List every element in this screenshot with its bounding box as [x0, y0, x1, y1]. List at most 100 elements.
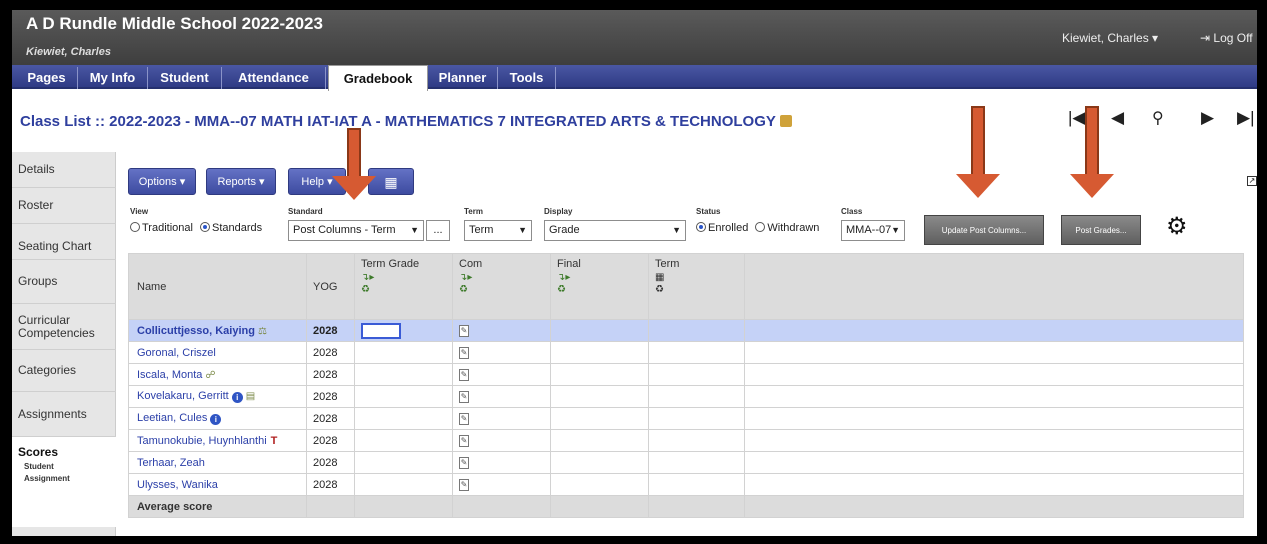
- table-row[interactable]: Terhaar, Zeah 2028 ✎: [128, 451, 1244, 474]
- comment-icon[interactable]: ✎: [459, 456, 469, 469]
- student-name[interactable]: Ulysses, Wanika: [137, 479, 218, 491]
- side-item-details[interactable]: Details: [12, 152, 116, 188]
- standard-more-button[interactable]: ...: [426, 220, 450, 241]
- term-grade-cell[interactable]: [354, 407, 453, 430]
- logoff-link[interactable]: ⇥ Log Off: [1200, 31, 1253, 45]
- table-row[interactable]: Ulysses, Wanika 2028 ✎: [128, 473, 1244, 496]
- final-cell[interactable]: [550, 319, 649, 342]
- side-item-categories[interactable]: Categories: [12, 350, 116, 392]
- table-row[interactable]: Leetian, Cules i 2028 ✎: [128, 407, 1244, 430]
- com-cell[interactable]: ✎: [452, 341, 551, 364]
- student-name-cell[interactable]: Ulysses, Wanika: [128, 473, 307, 496]
- com-cell[interactable]: ✎: [452, 385, 551, 408]
- side-subitem-student[interactable]: Student: [24, 462, 116, 471]
- term-grade-cell[interactable]: [354, 473, 453, 496]
- student-name[interactable]: Kovelakaru, Gerritt: [137, 390, 229, 402]
- comment-icon[interactable]: ✎: [459, 368, 469, 381]
- term-cell[interactable]: [648, 319, 745, 342]
- comment-icon[interactable]: ✎: [459, 434, 469, 447]
- comment-icon[interactable]: ✎: [459, 478, 469, 491]
- student-name-cell[interactable]: Iscala, Monta ☍: [128, 363, 307, 386]
- standard-select[interactable]: Post Columns - Term ▼: [288, 220, 424, 241]
- column-header-term[interactable]: Term ▦ ♻: [648, 253, 745, 320]
- student-name-cell[interactable]: Terhaar, Zeah: [128, 451, 307, 474]
- column-tools-icon[interactable]: ↴▸ ♻: [557, 272, 642, 296]
- side-item-roster[interactable]: Roster: [12, 188, 116, 224]
- tab-tools[interactable]: Tools: [498, 67, 556, 89]
- update-post-columns-button[interactable]: Update Post Columns...: [924, 215, 1044, 245]
- com-cell[interactable]: ✎: [452, 319, 551, 342]
- student-name[interactable]: Collicuttjesso, Kaiying: [137, 325, 255, 337]
- search-icon[interactable]: ⚲: [1152, 108, 1164, 128]
- table-row[interactable]: Iscala, Monta ☍ 2028 ✎: [128, 363, 1244, 386]
- student-name-cell[interactable]: Collicuttjesso, Kaiying ⚖: [128, 319, 307, 342]
- table-row[interactable]: Collicuttjesso, Kaiying ⚖ 2028 ✎: [128, 319, 1244, 342]
- link-icon[interactable]: ☍: [205, 370, 215, 381]
- side-item-scores[interactable]: Scores Student Assignment: [12, 437, 116, 527]
- com-cell[interactable]: ✎: [452, 363, 551, 386]
- next-record-button[interactable]: ▶: [1201, 108, 1214, 128]
- display-select[interactable]: Grade ▼: [544, 220, 686, 241]
- column-header-term-grade[interactable]: Term Grade ↴▸ ♻: [354, 253, 453, 320]
- view-standards-radio[interactable]: [200, 222, 211, 232]
- table-row[interactable]: Goronal, Criszel 2028 ✎: [128, 341, 1244, 364]
- student-name[interactable]: Terhaar, Zeah: [137, 457, 205, 469]
- term-grade-input[interactable]: [361, 322, 401, 339]
- comment-icon[interactable]: ✎: [459, 412, 469, 425]
- post-grades-button[interactable]: Post Grades...: [1061, 215, 1141, 245]
- com-cell[interactable]: ✎: [452, 451, 551, 474]
- comment-icon[interactable]: ✎: [459, 346, 469, 359]
- column-header-final[interactable]: Final ↴▸ ♻: [550, 253, 649, 320]
- user-menu[interactable]: Kiewiet, Charles ▾: [1062, 31, 1158, 45]
- column-header-com[interactable]: Com ↴▸ ♻: [452, 253, 551, 320]
- tab-planner[interactable]: Planner: [428, 67, 498, 89]
- comment-icon[interactable]: ✎: [459, 390, 469, 403]
- side-item-assignments[interactable]: Assignments: [12, 392, 116, 437]
- final-cell[interactable]: [550, 385, 649, 408]
- term-grade-cell[interactable]: [354, 385, 453, 408]
- term-cell[interactable]: [648, 429, 745, 452]
- com-cell[interactable]: ✎: [452, 429, 551, 452]
- view-traditional-label[interactable]: Traditional: [142, 222, 193, 234]
- gear-icon[interactable]: ⚙: [1166, 214, 1188, 240]
- term-cell[interactable]: [648, 385, 745, 408]
- side-subitem-assignment[interactable]: Assignment: [24, 474, 116, 483]
- column-tools-icon[interactable]: ↴▸ ♻: [459, 272, 544, 296]
- term-grade-cell[interactable]: [354, 319, 453, 342]
- edit-icon[interactable]: [779, 115, 792, 127]
- term-cell[interactable]: [648, 473, 745, 496]
- side-item-seating-chart[interactable]: Seating Chart: [12, 224, 116, 260]
- table-row[interactable]: Kovelakaru, Gerritt i ▤ 2028 ✎: [128, 385, 1244, 408]
- student-name[interactable]: Goronal, Criszel: [137, 347, 216, 359]
- side-item-groups[interactable]: Groups: [12, 260, 116, 304]
- term-grade-cell[interactable]: [354, 451, 453, 474]
- reports-button[interactable]: Reports ▾: [206, 168, 276, 195]
- view-standards-label[interactable]: Standards: [212, 222, 262, 234]
- status-withdrawn-label[interactable]: Withdrawn: [767, 222, 819, 234]
- student-name[interactable]: Iscala, Monta: [137, 369, 202, 381]
- view-traditional-radio[interactable]: [130, 222, 140, 232]
- table-row[interactable]: Tamunokubie, Huynhlanthi T 2028 ✎: [128, 429, 1244, 452]
- column-header-yog[interactable]: YOG: [306, 253, 355, 320]
- final-cell[interactable]: [550, 341, 649, 364]
- term-cell[interactable]: [648, 407, 745, 430]
- student-name-cell[interactable]: Goronal, Criszel: [128, 341, 307, 364]
- com-cell[interactable]: ✎: [452, 407, 551, 430]
- tab-gradebook[interactable]: Gradebook: [328, 65, 428, 91]
- term-grade-cell[interactable]: [354, 429, 453, 452]
- side-item-curricular-competencies[interactable]: Curricular Competencies: [12, 304, 116, 350]
- status-enrolled-radio[interactable]: [696, 222, 706, 232]
- scale-icon[interactable]: ⚖: [258, 326, 267, 337]
- column-tools-icon[interactable]: ↴▸ ♻: [361, 272, 446, 296]
- status-enrolled-label[interactable]: Enrolled: [708, 222, 748, 234]
- final-cell[interactable]: [550, 363, 649, 386]
- term-cell[interactable]: [648, 341, 745, 364]
- class-select[interactable]: MMA--07 ▼: [841, 220, 905, 241]
- final-cell[interactable]: [550, 473, 649, 496]
- document-icon[interactable]: ▤: [246, 391, 255, 402]
- popout-icon[interactable]: ↗: [1247, 176, 1257, 186]
- term-grade-cell[interactable]: [354, 341, 453, 364]
- term-cell[interactable]: [648, 363, 745, 386]
- comment-icon[interactable]: ✎: [459, 324, 469, 337]
- column-header-name[interactable]: Name: [128, 253, 307, 320]
